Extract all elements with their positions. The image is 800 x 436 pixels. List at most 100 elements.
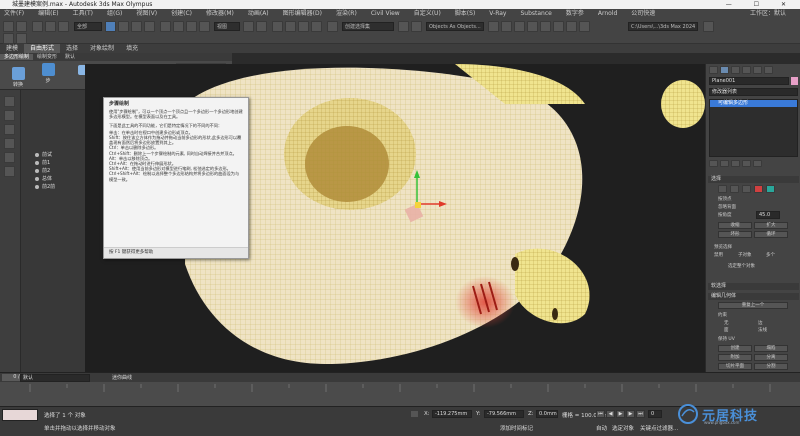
by-angle-checkbox[interactable]: 按角度: [718, 212, 732, 218]
preserve-uvs-checkbox[interactable]: 保持 UV: [718, 336, 735, 342]
eye-icon[interactable]: [35, 160, 39, 165]
border-mode-icon[interactable]: [742, 185, 751, 193]
spinner-snap-icon[interactable]: [311, 21, 322, 32]
hierarchy-icon[interactable]: [4, 152, 15, 163]
y-coord-field[interactable]: -79.566mm: [484, 410, 524, 418]
display-tab-icon[interactable]: [753, 66, 762, 74]
pivot-center-icon[interactable]: [243, 21, 254, 32]
scene-item[interactable]: 前2前: [35, 184, 85, 191]
selection-rollout-header[interactable]: 选择: [708, 176, 799, 183]
select-object-icon[interactable]: [105, 21, 116, 32]
layer-dropdown[interactable]: 默认: [20, 374, 90, 382]
by-vertex-checkbox[interactable]: 按顶点: [718, 196, 732, 202]
step-tool[interactable]: 步: [38, 63, 58, 84]
scene-item[interactable]: 前2: [35, 168, 85, 175]
rotate-icon[interactable]: [173, 21, 184, 32]
menu-item[interactable]: Arnold: [594, 10, 617, 17]
z-coord-field[interactable]: 0.0mm: [536, 410, 558, 418]
remove-modifier-icon[interactable]: [742, 160, 751, 167]
ribbon-subtab[interactable]: 多边形绘制: [0, 54, 34, 60]
make-unique-icon[interactable]: [731, 160, 740, 167]
modifier-stack[interactable]: 可编辑多边形: [709, 99, 798, 157]
constraint-edge-radio[interactable]: 边: [758, 320, 763, 326]
curve-editor-icon[interactable]: [514, 21, 525, 32]
scale-icon[interactable]: [186, 21, 197, 32]
slice-plane-button[interactable]: 切片平面: [718, 363, 752, 370]
ignore-backfacing-checkbox[interactable]: 忽略背面: [718, 204, 736, 210]
ribbon-tab[interactable]: 对象绘制: [84, 44, 120, 53]
eye-icon[interactable]: [35, 184, 39, 189]
create-panel-icon[interactable]: [4, 96, 15, 107]
ribbon-tab[interactable]: 选择: [60, 44, 84, 53]
auto-key-button[interactable]: 自动: [596, 424, 607, 432]
angle-snap-icon[interactable]: [285, 21, 296, 32]
prev-frame-icon[interactable]: ◀: [606, 410, 615, 418]
lock-selection-icon[interactable]: [410, 410, 419, 418]
menu-item[interactable]: Civil View: [367, 10, 400, 17]
menu-item[interactable]: 公司快速: [627, 10, 655, 17]
preview-multi-radio[interactable]: 多个: [766, 252, 775, 258]
move-icon[interactable]: [160, 21, 171, 32]
menu-item[interactable]: 创建(C): [167, 10, 192, 17]
scene-item[interactable]: 总体: [35, 176, 85, 183]
constraint-normal-radio[interactable]: 法线: [758, 327, 767, 333]
repeat-last-button[interactable]: 重复上一个: [718, 302, 788, 309]
select-by-name-icon[interactable]: [118, 21, 129, 32]
edit-named-sets-icon[interactable]: [327, 21, 338, 32]
add-time-tag[interactable]: 添加时间标记: [500, 424, 533, 432]
eye-icon[interactable]: [35, 176, 39, 181]
menu-item[interactable]: 编辑(E): [34, 10, 58, 17]
filter-icon[interactable]: [4, 110, 15, 121]
eye-icon[interactable]: [35, 168, 39, 173]
percent-snap-icon[interactable]: [298, 21, 309, 32]
scene-item[interactable]: 前试: [35, 152, 85, 159]
modifier-list-dropdown[interactable]: 修改器列表: [709, 88, 798, 96]
rendered-frame-icon[interactable]: [566, 21, 577, 32]
utilities-icon[interactable]: [4, 166, 15, 177]
link-icon[interactable]: [32, 21, 43, 32]
configure-sets-icon[interactable]: [753, 160, 762, 167]
window-crossing-icon[interactable]: [144, 21, 155, 32]
collapse-button[interactable]: 塌陷: [754, 345, 788, 352]
attach-button[interactable]: 附加: [718, 354, 752, 361]
tooltip-footer[interactable]: 按 F1 键获得更多帮助: [104, 247, 248, 258]
polygon-mode-icon[interactable]: [754, 185, 763, 193]
mirror-icon[interactable]: [398, 21, 409, 32]
ribbon-subtab[interactable]: 默认: [61, 54, 79, 60]
angle-value-field[interactable]: 45.0: [756, 211, 780, 219]
menu-item[interactable]: 文件(F): [0, 10, 24, 17]
ribbon-toggle-icon[interactable]: [501, 21, 512, 32]
ribbon-tab[interactable]: 建模: [0, 44, 24, 53]
menu-item[interactable]: 脚本(S): [451, 10, 476, 17]
folder-icon[interactable]: [703, 21, 714, 32]
modifier-stack-item[interactable]: 可编辑多边形: [710, 100, 797, 107]
reference-coord-dropdown[interactable]: 视图: [214, 22, 240, 31]
eye-icon[interactable]: [35, 152, 39, 157]
render-setup-icon[interactable]: [553, 21, 564, 32]
edge-mode-icon[interactable]: [730, 185, 739, 193]
utilities-tab-icon[interactable]: [764, 66, 773, 74]
shrink-button[interactable]: 收缩: [718, 222, 752, 229]
menu-item[interactable]: Substance: [516, 10, 551, 17]
select-manipulate-icon[interactable]: [256, 21, 267, 32]
play-icon[interactable]: ▶: [616, 410, 625, 418]
snap-small-icon[interactable]: [3, 33, 14, 44]
modify-tab-icon[interactable]: [720, 66, 729, 74]
named-objects-dropdown[interactable]: Objects As Objects...: [426, 22, 484, 31]
create-button[interactable]: 创建: [718, 345, 752, 352]
current-frame-field[interactable]: 0: [648, 410, 662, 418]
bind-spacewarp-icon[interactable]: [58, 21, 69, 32]
maxscript-listener[interactable]: [2, 409, 38, 421]
rect-selection-icon[interactable]: [131, 21, 142, 32]
menu-item[interactable]: 视图(V): [132, 10, 157, 17]
window-controls[interactable]: — ☐ ✕: [726, 0, 796, 9]
edit-geometry-rollout[interactable]: 编辑几何体: [708, 293, 799, 300]
menu-item[interactable]: 图形编辑器(D): [279, 10, 322, 17]
goto-end-icon[interactable]: ⏭: [636, 410, 645, 418]
hierarchy-tab-icon[interactable]: [731, 66, 740, 74]
menu-item[interactable]: 动画(A): [244, 10, 269, 17]
show-end-result-icon[interactable]: [720, 160, 729, 167]
convert-tool[interactable]: 转换: [8, 67, 28, 88]
detach-button[interactable]: 分离: [754, 354, 788, 361]
element-mode-icon[interactable]: [766, 185, 775, 193]
